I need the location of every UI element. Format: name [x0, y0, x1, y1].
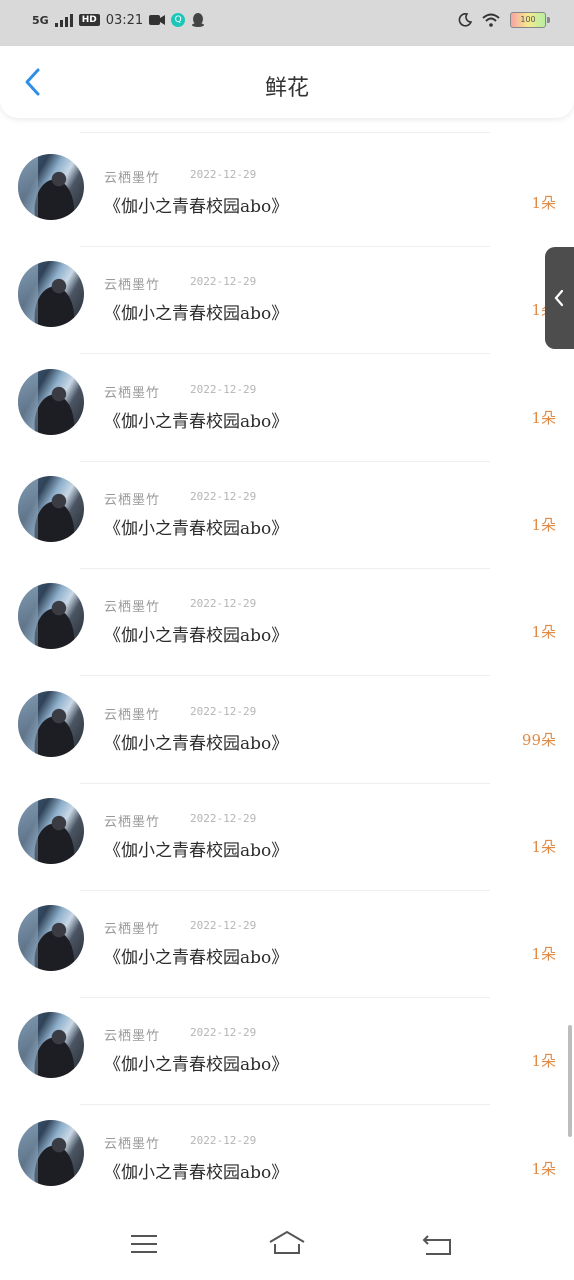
send-date: 2022-12-29 — [190, 812, 257, 825]
menu-icon[interactable] — [124, 1228, 164, 1260]
flower-count: 1朵 — [531, 194, 556, 212]
book-title: 《伽小之青春校园abo》 — [104, 948, 289, 968]
book-title: 《伽小之青春校园abo》 — [104, 626, 289, 646]
list-item[interactable]: 云栖墨竹 2022-12-29 《伽小之青春校园abo》 1朵 — [0, 569, 574, 676]
send-date: 2022-12-29 — [190, 383, 257, 396]
sender-name: 云栖墨竹 — [104, 1137, 161, 1152]
book-title: 《伽小之青春校园abo》 — [104, 1055, 289, 1075]
send-date: 2022-12-29 — [190, 597, 257, 610]
send-date: 2022-12-29 — [190, 275, 257, 288]
list-item[interactable]: 云栖墨竹 2022-12-29 《伽小之青春校园abo》 1朵 — [0, 462, 574, 569]
flower-count: 1朵 — [531, 945, 556, 963]
app-notification-icon: Q — [171, 13, 186, 27]
sender-name: 云栖墨竹 — [104, 708, 161, 723]
system-nav-bar — [0, 1212, 574, 1280]
moon-icon — [458, 13, 472, 27]
wifi-icon — [482, 13, 500, 27]
book-title: 《伽小之青春校园abo》 — [104, 734, 289, 754]
book-title: 《伽小之青春校园abo》 — [104, 1163, 289, 1183]
battery-icon: 100 — [510, 12, 550, 28]
status-right: 100 — [458, 12, 550, 28]
flower-count: 1朵 — [531, 623, 556, 641]
hd-badge: HD — [78, 14, 100, 26]
send-date: 2022-12-29 — [190, 168, 257, 181]
divider — [80, 1104, 490, 1105]
list-item[interactable]: 云栖墨竹 2022-12-29 《伽小之青春校园abo》 1朵 — [0, 784, 574, 891]
flower-count: 1朵 — [531, 409, 556, 427]
flower-count: 1朵 — [531, 516, 556, 534]
avatar[interactable] — [18, 261, 84, 327]
divider — [80, 675, 490, 676]
divider — [80, 353, 490, 354]
send-date: 2022-12-29 — [190, 490, 257, 503]
chevron-left-icon — [554, 289, 564, 307]
page-title: 鲜花 — [264, 76, 309, 101]
flower-count: 99朵 — [521, 731, 556, 749]
clock: 03:21 — [105, 12, 144, 28]
flower-count: 1朵 — [531, 1052, 556, 1070]
network-label: 5G — [32, 13, 49, 27]
qq-penguin-icon — [192, 13, 205, 27]
list-item[interactable]: 云栖墨竹 2022-12-29 《伽小之青春校园abo》 99朵 — [0, 677, 574, 784]
book-title: 《伽小之青春校园abo》 — [104, 841, 289, 861]
status-left: 5G HD 03:21 Q — [32, 12, 205, 28]
list-item[interactable]: 云栖墨竹 2022-12-29 《伽小之青春校园abo》 1朵 — [0, 1106, 574, 1213]
battery-level: 100 — [520, 15, 536, 24]
send-date: 2022-12-29 — [190, 1134, 257, 1147]
side-panel-tab[interactable] — [545, 247, 574, 349]
flower-count: 1朵 — [531, 838, 556, 856]
sender-name: 云栖墨竹 — [104, 815, 161, 830]
avatar[interactable] — [18, 691, 84, 757]
home-icon[interactable] — [267, 1228, 307, 1260]
status-bar: 5G HD 03:21 Q 100 — [0, 0, 574, 46]
list-item[interactable]: 云栖墨竹 2022-12-29 《伽小之青春校园abo》 1朵 — [0, 247, 574, 354]
sender-name: 云栖墨竹 — [104, 171, 161, 186]
avatar[interactable] — [18, 476, 84, 542]
list-item[interactable]: 云栖墨竹 2022-12-29 《伽小之青春校园abo》 1朵 — [0, 140, 574, 247]
list-item[interactable]: 云栖墨竹 2022-12-29 《伽小之青春校园abo》 1朵 — [0, 891, 574, 998]
avatar[interactable] — [18, 583, 84, 649]
sender-name: 云栖墨竹 — [104, 600, 161, 615]
divider — [80, 132, 490, 133]
book-title: 《伽小之青春校园abo》 — [104, 519, 289, 539]
sender-name: 云栖墨竹 — [104, 922, 161, 937]
header-bar: 鲜花 — [0, 46, 574, 118]
send-date: 2022-12-29 — [190, 1026, 257, 1039]
send-date: 2022-12-29 — [190, 919, 257, 932]
flower-count: 1朵 — [531, 1160, 556, 1178]
avatar[interactable] — [18, 369, 84, 435]
avatar[interactable] — [18, 1120, 84, 1186]
avatar[interactable] — [18, 798, 84, 864]
signal-icon — [54, 13, 73, 27]
list-item[interactable]: 云栖墨竹 2022-12-29 《伽小之青春校园abo》 1朵 — [0, 998, 574, 1105]
scrollbar[interactable] — [568, 1025, 572, 1137]
sender-name: 云栖墨竹 — [104, 493, 161, 508]
book-title: 《伽小之青春校园abo》 — [104, 412, 289, 432]
list-item[interactable]: 云栖墨竹 2022-12-29 《伽小之青春校园abo》 1朵 — [0, 355, 574, 462]
sender-name: 云栖墨竹 — [104, 1029, 161, 1044]
book-title: 《伽小之青春校园abo》 — [104, 304, 289, 324]
video-icon — [149, 15, 166, 25]
send-date: 2022-12-29 — [190, 705, 257, 718]
sender-name: 云栖墨竹 — [104, 386, 161, 401]
back-arrow-icon[interactable] — [418, 1228, 458, 1260]
avatar[interactable] — [18, 1012, 84, 1078]
avatar[interactable] — [18, 905, 84, 971]
book-title: 《伽小之青春校园abo》 — [104, 197, 289, 217]
avatar[interactable] — [18, 154, 84, 220]
sender-name: 云栖墨竹 — [104, 278, 161, 293]
